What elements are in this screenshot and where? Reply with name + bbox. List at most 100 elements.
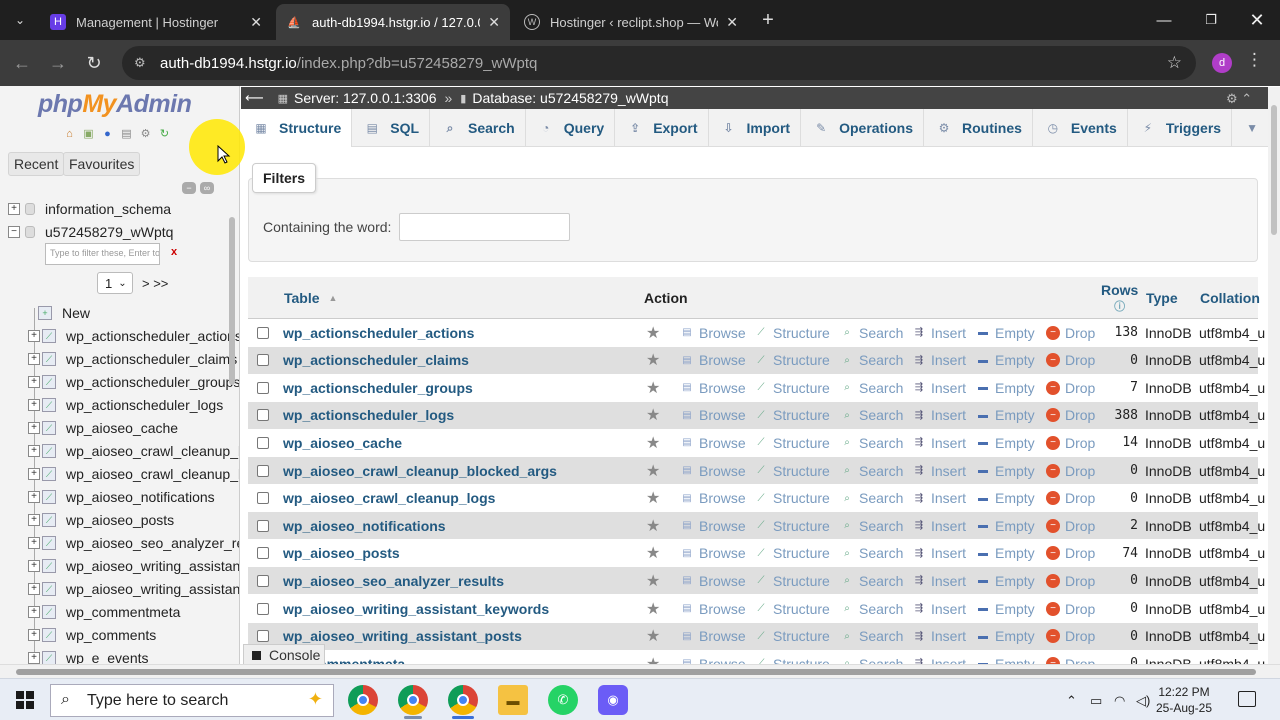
bookmark-star-icon[interactable]: ☆ (1167, 53, 1182, 73)
row-checkbox[interactable] (257, 464, 269, 477)
reload-nav-icon[interactable]: ↻ (157, 126, 172, 141)
collapse-all-icon[interactable]: − (182, 182, 196, 194)
type-column-header[interactable]: Type (1146, 277, 1178, 319)
favorite-star-icon[interactable]: ★ (646, 571, 660, 591)
action-insert[interactable]: ⇶ Insert (912, 429, 966, 456)
notifications-icon[interactable] (1238, 691, 1256, 707)
favourites-button[interactable]: Favourites (63, 152, 141, 176)
profile-avatar[interactable]: d (1212, 53, 1232, 73)
favorite-star-icon[interactable]: ★ (646, 626, 660, 646)
main-scroll-thumb[interactable] (1271, 105, 1277, 235)
row-checkbox[interactable] (257, 547, 269, 560)
row-checkbox[interactable] (257, 602, 269, 615)
action-browse[interactable]: ▤ Browse (680, 595, 745, 622)
action-search[interactable]: ⌕ Search (840, 485, 903, 512)
expand-icon[interactable]: + (28, 537, 40, 549)
action-search[interactable]: ⌕ Search (840, 595, 903, 622)
action-structure[interactable]: ⟋ Structure (754, 512, 830, 539)
breadcrumb-server[interactable]: Server: 127.0.0.1:3306 (294, 90, 436, 106)
action-browse[interactable]: ▤ Browse (680, 347, 745, 374)
action-drop[interactable]: −Drop (1046, 623, 1095, 650)
favorite-star-icon[interactable]: ★ (646, 323, 660, 343)
action-drop[interactable]: −Drop (1046, 485, 1095, 512)
tab-operations[interactable]: ✎ Operations (801, 109, 924, 147)
sidebar-table-item[interactable]: +⟋ wp_aioseo_crawl_cleanup_logs (28, 463, 239, 485)
row-checkbox[interactable] (257, 630, 269, 643)
favorite-star-icon[interactable]: ★ (646, 405, 660, 425)
action-empty[interactable]: ▬ Empty (976, 429, 1035, 456)
action-search[interactable]: ⌕ Search (840, 319, 903, 346)
close-icon[interactable]: ✕ (488, 14, 500, 31)
browser-tab-2[interactable]: W Hostinger ‹ reclipt.shop — Wor ✕ (514, 4, 748, 40)
action-drop[interactable]: −Drop (1046, 319, 1095, 346)
row-checkbox[interactable] (257, 492, 269, 505)
table-name-link[interactable]: wp_aioseo_crawl_cleanup_blocked_args (283, 457, 557, 484)
clear-filter-button[interactable]: x (171, 246, 177, 258)
sidebar-table-item[interactable]: +⟋ wp_aioseo_crawl_cleanup_blocked_args (28, 440, 239, 462)
restore-icon[interactable]: ❐ (1188, 0, 1234, 40)
chrome-icon[interactable] (348, 685, 378, 715)
action-empty[interactable]: ▬ Empty (976, 347, 1035, 374)
action-search[interactable]: ⌕ Search (840, 374, 903, 401)
row-checkbox[interactable] (257, 354, 269, 367)
db-item-information-schema[interactable]: + information_schema (8, 198, 171, 220)
recent-button[interactable]: Recent (8, 152, 65, 176)
rows-column-header[interactable]: Rows ⓘ (1101, 277, 1138, 319)
phpmyadmin-logo[interactable]: phpMyAdmin (38, 90, 192, 119)
action-structure[interactable]: ⟋ Structure (754, 374, 830, 401)
row-checkbox[interactable] (257, 436, 269, 449)
containing-word-input[interactable] (399, 213, 570, 241)
action-insert[interactable]: ⇶ Insert (912, 457, 966, 484)
expand-icon[interactable]: + (28, 514, 40, 526)
db-item-current[interactable]: − u572458279_wWptq (8, 221, 173, 243)
expand-icon[interactable]: + (8, 203, 20, 215)
action-search[interactable]: ⌕ Search (840, 402, 903, 429)
action-structure[interactable]: ⟋ Structure (754, 457, 830, 484)
action-structure[interactable]: ⟋ Structure (754, 540, 830, 567)
action-insert[interactable]: ⇶ Insert (912, 595, 966, 622)
action-drop[interactable]: −Drop (1046, 374, 1095, 401)
favorite-star-icon[interactable]: ★ (646, 461, 660, 481)
action-drop[interactable]: −Drop (1046, 540, 1095, 567)
action-search[interactable]: ⌕ Search (840, 540, 903, 567)
browser-tab-1[interactable]: ⛵ auth-db1994.hstgr.io / 127.0.0.1 ✕ (276, 4, 510, 40)
expand-icon[interactable]: + (28, 491, 40, 503)
sidebar-scrollbar[interactable] (226, 203, 238, 663)
sidebar-table-item[interactable]: +⟋ wp_aioseo_writing_assistant_posts (28, 578, 239, 600)
action-search[interactable]: ⌕ Search (840, 347, 903, 374)
sidebar-table-item[interactable]: + ⟋ wp_aioseo_cache (28, 417, 178, 439)
action-drop[interactable]: −Drop (1046, 567, 1095, 594)
row-checkbox[interactable] (257, 381, 269, 394)
action-browse[interactable]: ▤ Browse (680, 623, 745, 650)
table-name-link[interactable]: wp_aioseo_writing_assistant_keywords (283, 595, 549, 622)
action-search[interactable]: ⌕ Search (840, 512, 903, 539)
tab-query[interactable]: ◔ Query (526, 109, 616, 147)
action-search[interactable]: ⌕ Search (840, 623, 903, 650)
kebab-menu-icon[interactable]: ⋮ (1246, 50, 1263, 70)
favorite-star-icon[interactable]: ★ (646, 488, 660, 508)
taskbar-clock[interactable]: 12:22 PM 25-Aug-25 (1146, 684, 1222, 716)
tab-sql[interactable]: ▤ SQL (352, 109, 431, 147)
action-empty[interactable]: ▬ Empty (976, 623, 1035, 650)
sidebar-table-item[interactable]: + ⟋ wp_actionscheduler_claims (28, 348, 237, 370)
table-column-header[interactable]: Table ▲ (284, 277, 337, 319)
action-insert[interactable]: ⇶ Insert (912, 402, 966, 429)
main-scrollbar[interactable] (1268, 87, 1280, 664)
tab-triggers[interactable]: ⚡ Triggers (1128, 109, 1233, 147)
action-search[interactable]: ⌕ Search (840, 429, 903, 456)
expand-icon[interactable]: + (28, 422, 40, 434)
window-close-icon[interactable]: ✕ (1234, 0, 1280, 40)
sidebar-table-item[interactable]: + ⟋ wp_aioseo_notifications (28, 486, 215, 508)
favorite-star-icon[interactable]: ★ (646, 599, 660, 619)
windows-start-icon[interactable] (16, 691, 34, 709)
action-search[interactable]: ⌕ Search (840, 567, 903, 594)
table-name-link[interactable]: wp_aioseo_posts (283, 540, 400, 567)
expand-icon[interactable]: + (28, 353, 40, 365)
expand-icon[interactable]: + (28, 376, 40, 388)
action-structure[interactable]: ⟋ Structure (754, 595, 830, 622)
action-empty[interactable]: ▬ Empty (976, 402, 1035, 429)
new-table-item[interactable]: + New (38, 302, 90, 324)
tab-import[interactable]: ⇩ Import (709, 109, 802, 147)
taskbar-search-box[interactable]: ⌕ Type here to search ✦ (50, 684, 334, 717)
action-empty[interactable]: ▬ Empty (976, 374, 1035, 401)
